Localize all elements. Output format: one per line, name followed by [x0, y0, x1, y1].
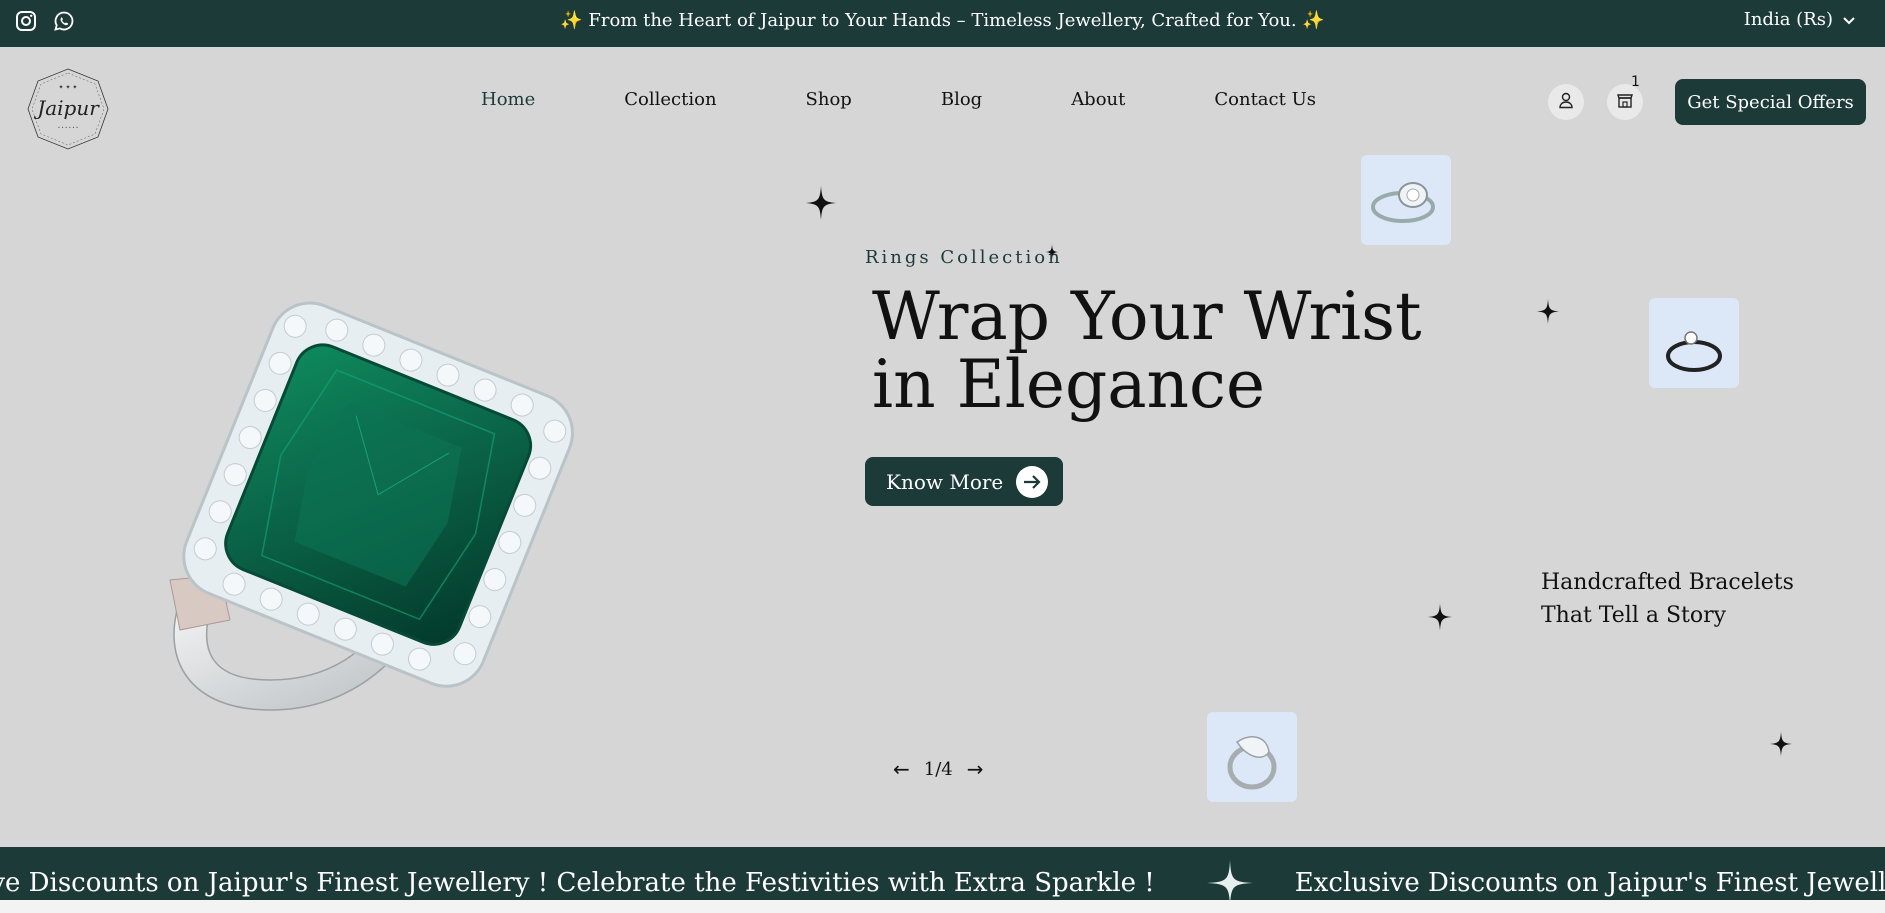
- user-icon: [1557, 91, 1575, 113]
- region-label: India (Rs): [1743, 9, 1833, 30]
- nav-contact[interactable]: Contact Us: [1214, 89, 1316, 110]
- get-special-offers-button[interactable]: Get Special Offers: [1675, 79, 1866, 125]
- arrow-right-icon[interactable]: →: [967, 757, 984, 781]
- sparkle-icon: [1205, 858, 1255, 900]
- thumbnail-crossover-ring[interactable]: [1207, 712, 1297, 802]
- slider-pager: ← 1/4 →: [893, 757, 984, 781]
- thumbnail-solitaire-ring[interactable]: [1649, 298, 1739, 388]
- account-button[interactable]: [1548, 84, 1584, 120]
- region-selector[interactable]: India (Rs): [1744, 9, 1855, 30]
- sparkle-icon: [806, 186, 836, 224]
- page-bottom-edge: [0, 900, 1885, 913]
- hero-headline-line1: Wrap Your Wrist: [872, 278, 1422, 355]
- marquee-text: Exclusive Discounts on Jaipur's Finest J…: [1294, 868, 1885, 898]
- sparkle-icon: [1770, 731, 1792, 761]
- svg-text:Jaipur: Jaipur: [33, 96, 100, 120]
- svg-text:✦ ✦ ✦: ✦ ✦ ✦: [59, 84, 78, 91]
- nav-blog[interactable]: Blog: [941, 89, 982, 110]
- slide-counter: 1/4: [923, 758, 953, 780]
- side-caption-line1: Handcrafted Bracelets: [1541, 570, 1794, 595]
- sparkle-icon: [1537, 299, 1559, 328]
- site-header: ✦ ✦ ✦ Jaipur • • • • • • Home Collection…: [0, 47, 1885, 157]
- side-caption-line2: That Tell a Story: [1541, 603, 1727, 628]
- hero-headline: Wrap Your Wrist in Elegance: [872, 283, 1422, 419]
- promo-marquee: ive Discounts on Jaipur's Finest Jewelle…: [0, 847, 1885, 900]
- store-icon: [1616, 91, 1634, 113]
- nav-about[interactable]: About: [1071, 89, 1125, 110]
- marquee-text: ive Discounts on Jaipur's Finest Jewelle…: [0, 868, 1155, 898]
- chevron-down-icon: [1843, 9, 1855, 30]
- nav-shop[interactable]: Shop: [806, 89, 852, 110]
- nav-collection[interactable]: Collection: [624, 89, 716, 110]
- jaipur-logo[interactable]: ✦ ✦ ✦ Jaipur • • • • • •: [26, 67, 110, 151]
- know-more-label: Know More: [886, 469, 1004, 494]
- emerald-ring-image: [160, 280, 610, 720]
- side-caption: Handcrafted Bracelets That Tell a Story: [1541, 566, 1794, 632]
- hero-headline-line2: in Elegance: [872, 346, 1266, 423]
- thumbnail-halo-ring[interactable]: [1361, 155, 1451, 245]
- hero-eyebrow: Rings Collection: [865, 247, 1063, 268]
- cart-count-badge: 1: [1631, 74, 1640, 90]
- arrow-left-icon[interactable]: ←: [893, 757, 910, 781]
- arrow-right-icon: [1016, 465, 1049, 498]
- main-nav: Home Collection Shop Blog About Contact …: [481, 89, 1316, 110]
- know-more-button[interactable]: Know More: [865, 457, 1063, 506]
- announcement-text: ✨ From the Heart of Jaipur to Your Hands…: [560, 10, 1325, 31]
- announcement-bar: ✨ From the Heart of Jaipur to Your Hands…: [0, 0, 1885, 47]
- sparkle-icon: [1428, 603, 1452, 635]
- nav-home[interactable]: Home: [481, 89, 535, 110]
- svg-text:• • • • • •: • • • • • •: [58, 125, 79, 130]
